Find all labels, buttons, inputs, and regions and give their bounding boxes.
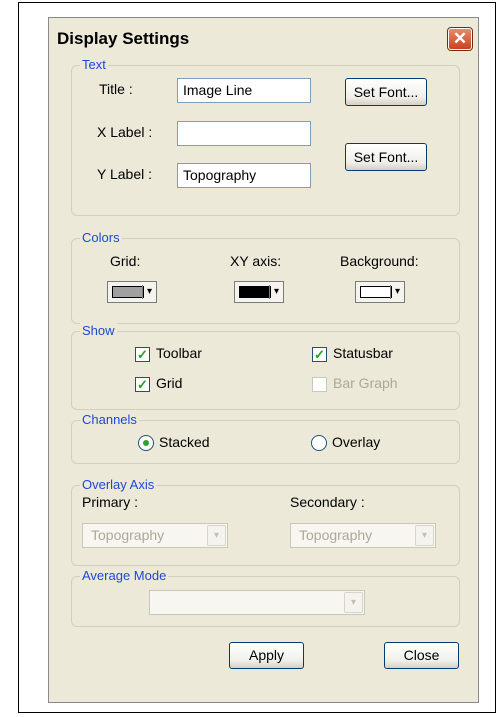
background-color-picker[interactable]: ▾ <box>355 281 405 303</box>
stacked-radio[interactable] <box>138 435 154 451</box>
primary-select-value: Topography <box>91 527 165 543</box>
show-group: Show ✓ Toolbar ✓ Statusbar ✓ Grid Bar Gr… <box>71 323 460 410</box>
display-settings-dialog: Display Settings ✕ Text Title : Image Li… <box>48 17 479 703</box>
grid-color-swatch <box>112 286 144 298</box>
close-button[interactable]: Close <box>384 642 459 669</box>
overlay-radio[interactable] <box>311 435 327 451</box>
chevron-down-icon: ▾ <box>415 525 434 546</box>
colors-group: Colors Grid: XY axis: Background: ▾ ▾ ▾ <box>71 230 460 324</box>
xlabel-label: X Label : <box>97 124 153 140</box>
overlay-axis-group-legend: Overlay Axis <box>80 477 157 493</box>
close-icon[interactable]: ✕ <box>447 27 473 51</box>
toolbar-checkbox[interactable]: ✓ <box>135 347 150 362</box>
chevron-down-icon: ▾ <box>344 592 363 613</box>
chevron-down-icon: ▾ <box>146 286 152 297</box>
chevron-down-icon: ▾ <box>394 286 400 297</box>
title-input[interactable]: Image Line <box>177 78 311 103</box>
channels-group: Channels Stacked Overlay <box>71 412 460 464</box>
xy-axis-color-swatch <box>239 286 271 298</box>
xy-axis-color-picker[interactable]: ▾ <box>234 281 284 303</box>
text-group-legend: Text <box>80 57 108 73</box>
bar-graph-checkbox[interactable] <box>312 377 327 392</box>
chevron-down-icon: ▾ <box>273 286 279 297</box>
grid-color-label: Grid: <box>110 253 141 269</box>
average-mode-group-legend: Average Mode <box>80 568 169 584</box>
bar-graph-label: Bar Graph <box>333 375 398 391</box>
average-mode-group: Average Mode ▾ <box>71 568 460 627</box>
grid-color-picker[interactable]: ▾ <box>107 281 157 303</box>
xlabel-input[interactable] <box>177 121 311 146</box>
ylabel-label: Y Label : <box>97 166 153 182</box>
xy-axis-color-label: XY axis: <box>230 253 282 269</box>
average-mode-select[interactable]: ▾ <box>149 590 365 615</box>
set-font-button-1[interactable]: Set Font... <box>345 78 427 106</box>
toolbar-label: Toolbar <box>156 345 202 361</box>
secondary-select[interactable]: Topography ▾ <box>290 523 436 548</box>
grid-checkbox[interactable]: ✓ <box>135 377 150 392</box>
stacked-label: Stacked <box>159 434 210 450</box>
primary-label: Primary : <box>82 494 138 510</box>
grid-label: Grid <box>156 375 183 391</box>
ylabel-input[interactable]: Topography <box>177 163 311 188</box>
background-color-swatch <box>360 286 392 298</box>
dialog-title: Display Settings <box>57 29 190 48</box>
colors-group-legend: Colors <box>80 230 122 246</box>
overlay-axis-group: Overlay Axis Primary : Secondary : Topog… <box>71 477 460 566</box>
secondary-select-value: Topography <box>299 527 373 543</box>
show-group-legend: Show <box>80 323 117 339</box>
set-font-button-2[interactable]: Set Font... <box>345 143 427 171</box>
apply-button[interactable]: Apply <box>229 642 304 669</box>
secondary-label: Secondary : <box>290 494 365 510</box>
text-group: Text Title : Image Line Set Font... X La… <box>71 57 460 216</box>
chevron-down-icon: ▾ <box>207 525 226 546</box>
title-bar: Display Settings ✕ <box>49 18 478 54</box>
overlay-label: Overlay <box>332 434 381 450</box>
primary-select[interactable]: Topography ▾ <box>82 523 228 548</box>
channels-group-legend: Channels <box>80 412 139 428</box>
background-color-label: Background: <box>340 253 419 269</box>
statusbar-checkbox[interactable]: ✓ <box>312 347 327 362</box>
statusbar-label: Statusbar <box>333 345 393 361</box>
title-label: Title : <box>99 81 133 97</box>
